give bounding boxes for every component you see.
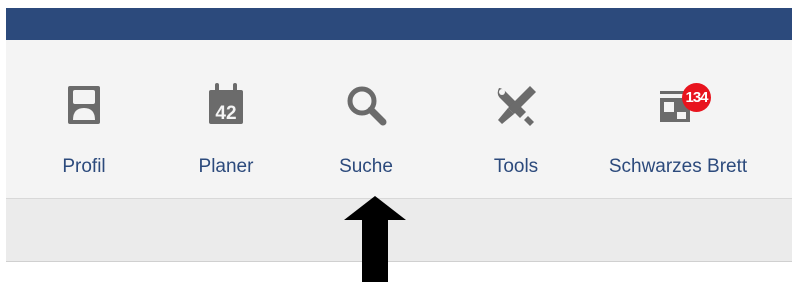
nav-label-profil: Profil	[62, 156, 106, 177]
nav-bar: Profil 42 Planer Suche Tools 134 Schwarz…	[6, 40, 792, 199]
pointer-arrow-icon	[344, 196, 406, 282]
nav-item-planer[interactable]: 42 Planer	[188, 40, 264, 198]
search-icon	[340, 78, 392, 142]
user-icon	[58, 78, 110, 142]
nav-item-tools[interactable]: Tools	[478, 40, 554, 198]
calendar-icon: 42	[200, 78, 252, 142]
nav-item-schwarzes-brett[interactable]: 134 Schwarzes Brett	[594, 40, 762, 198]
nav-item-profil[interactable]: Profil	[48, 40, 120, 198]
nav-label-planer: Planer	[198, 156, 254, 177]
board-icon: 134	[652, 78, 711, 142]
tools-icon	[490, 78, 542, 142]
nav-item-suche[interactable]: Suche	[326, 40, 406, 198]
nav-label-schwarzes-brett: Schwarzes Brett	[608, 156, 748, 177]
nav-label-suche: Suche	[339, 156, 393, 177]
top-bar	[6, 8, 792, 40]
nav-label-tools: Tools	[493, 156, 539, 177]
page: Profil 42 Planer Suche Tools 134 Schwarz…	[0, 0, 792, 282]
calendar-day-number: 42	[215, 103, 236, 124]
notification-badge: 134	[682, 83, 711, 112]
